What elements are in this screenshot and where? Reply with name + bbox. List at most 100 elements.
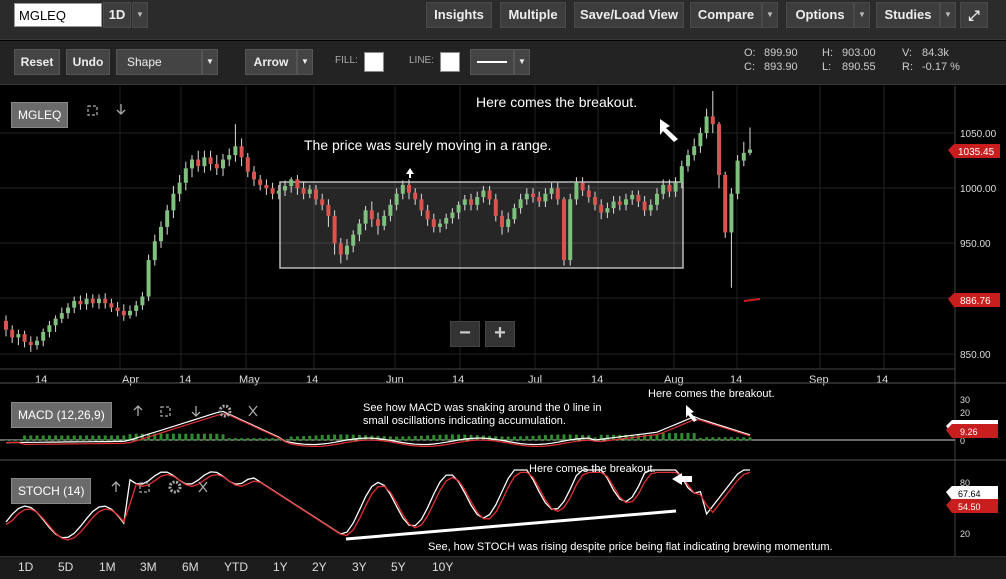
candle-body [35, 340, 39, 346]
macd-settings-gear-icon[interactable] [218, 404, 232, 418]
shape-select[interactable]: Shape [116, 49, 202, 75]
candle-body [84, 298, 89, 305]
candle-body [555, 188, 560, 200]
macd-histogram-bar [698, 437, 702, 441]
open-value: 899.90 [764, 47, 798, 59]
undo-button[interactable]: Undo [66, 49, 110, 75]
range-10y-button[interactable]: 10Y [432, 560, 453, 574]
candle-body [574, 182, 579, 200]
macd-histogram-bar [246, 438, 250, 441]
main-move-down-icon[interactable] [116, 104, 126, 115]
range-selector-bar: 1D 5D 1M 3M 6M YTD 1Y 2Y 3Y 5Y 10Y [0, 556, 1006, 579]
range-1d-button[interactable]: 1D [18, 560, 33, 574]
compare-button[interactable]: Compare [690, 2, 762, 28]
macd-breakout-annotation[interactable]: Here comes the breakout. [648, 388, 775, 400]
compare-dropdown-icon[interactable]: ▼ [762, 2, 778, 28]
candle-body [382, 215, 387, 226]
macd-expand-icon[interactable] [160, 406, 171, 417]
range-3m-button[interactable]: 3M [140, 560, 157, 574]
candle-body [66, 307, 70, 314]
candle-body [103, 298, 108, 304]
candle-body [568, 199, 573, 261]
candle-body [487, 190, 492, 200]
candle-body [369, 210, 374, 220]
chart-area[interactable]: 1050.00 1000.00 950.00 850.00 1035.45 88… [0, 86, 1006, 556]
range-2y-button[interactable]: 2Y [312, 560, 327, 574]
breakout-annotation[interactable]: Here comes the breakout. [476, 94, 637, 110]
range-5d-button[interactable]: 5D [58, 560, 73, 574]
symbol-input[interactable] [14, 3, 102, 27]
macd-histogram-bar [537, 435, 541, 441]
candle-body [394, 193, 399, 205]
macd-histogram-bar [506, 436, 510, 441]
macd-annotation-line-2[interactable]: small oscillations indicating accumulati… [363, 415, 566, 427]
macd-close-icon[interactable] [248, 405, 258, 417]
macd-move-down-icon[interactable] [191, 406, 201, 417]
candle-body [407, 184, 411, 193]
interval-dropdown-icon[interactable]: ▼ [132, 2, 148, 28]
macd-move-up-icon[interactable] [133, 405, 143, 416]
options-dropdown-icon[interactable]: ▼ [854, 2, 870, 28]
macd-histogram-bar [10, 440, 14, 441]
range-1y-button[interactable]: 1Y [273, 560, 288, 574]
stoch-annotation[interactable]: See, how STOCH was rising despite price … [428, 541, 833, 553]
zoom-in-button[interactable]: + [485, 321, 515, 347]
stoch-move-up-icon[interactable] [111, 481, 121, 492]
candle-body [283, 186, 287, 191]
macd-histogram-bar [711, 437, 715, 441]
arrow-select[interactable]: Arrow [245, 49, 297, 75]
insights-button[interactable]: Insights [426, 2, 492, 28]
shape-dropdown-icon[interactable]: ▼ [202, 49, 218, 75]
macd-histogram-bar [221, 434, 225, 441]
candle-body [376, 219, 380, 226]
fill-color-swatch[interactable] [364, 52, 384, 72]
arrow-dropdown-icon[interactable]: ▼ [297, 49, 313, 75]
macd-histogram-bar [401, 436, 405, 441]
range-arrow-icon[interactable] [406, 168, 414, 178]
studies-dropdown-icon[interactable]: ▼ [940, 2, 956, 28]
macd-histogram-bar [134, 433, 138, 441]
macd-label[interactable]: MACD (12,26,9) [11, 402, 112, 428]
zoom-out-button[interactable]: − [450, 321, 480, 347]
macd-histogram-bar [109, 435, 113, 441]
x-tick-may: May [239, 374, 260, 386]
interval-button[interactable]: 1D [103, 2, 131, 28]
stoch-breakout-annotation[interactable]: Here comes the breakout. [529, 463, 656, 475]
stoch-breakout-arrow-icon[interactable] [672, 473, 692, 485]
macd-annotation-line-1[interactable]: See how MACD was snaking around the 0 li… [363, 402, 601, 414]
range-annotation[interactable]: The price was surely moving in a range. [304, 137, 551, 153]
low-value: 890.55 [842, 61, 876, 73]
fullscreen-icon[interactable]: ⤢ [960, 2, 988, 28]
range-1m-button[interactable]: 1M [99, 560, 116, 574]
macd-histogram-bar [122, 435, 126, 441]
options-button[interactable]: Options [786, 2, 854, 28]
stoch-settings-gear-icon[interactable] [168, 480, 182, 494]
stoch-trend-line[interactable] [345, 509, 677, 541]
reset-button[interactable]: Reset [14, 49, 60, 75]
save-load-view-button[interactable]: Save/Load View [574, 2, 684, 28]
macd-histogram-bar [227, 438, 231, 441]
candle-body [450, 212, 455, 219]
candle-body [531, 193, 535, 198]
studies-button[interactable]: Studies [876, 2, 940, 28]
main-expand-icon[interactable] [87, 105, 98, 116]
range-5y-button[interactable]: 5Y [391, 560, 406, 574]
range-3y-button[interactable]: 3Y [352, 560, 367, 574]
stoch-close-icon[interactable] [198, 481, 208, 493]
candle-body [264, 184, 269, 189]
symbol-tag[interactable]: MGLEQ [11, 102, 69, 128]
range-ytd-button[interactable]: YTD [224, 560, 248, 574]
candle-body [146, 260, 151, 297]
macd-histogram-bar [432, 435, 436, 441]
macd-histogram-bar [674, 433, 678, 441]
line-color-swatch[interactable] [440, 52, 460, 72]
candle-body [741, 152, 746, 161]
macd-histogram-bar [636, 434, 640, 441]
y-tick-850: 850.00 [960, 350, 991, 361]
multiple-button[interactable]: Multiple [500, 2, 566, 28]
line-style-dropdown-icon[interactable]: ▼ [514, 49, 530, 75]
range-6m-button[interactable]: 6M [182, 560, 199, 574]
breakout-arrow-icon[interactable] [660, 119, 678, 142]
stoch-label[interactable]: STOCH (14) [11, 478, 92, 504]
line-style-select[interactable] [470, 49, 514, 75]
